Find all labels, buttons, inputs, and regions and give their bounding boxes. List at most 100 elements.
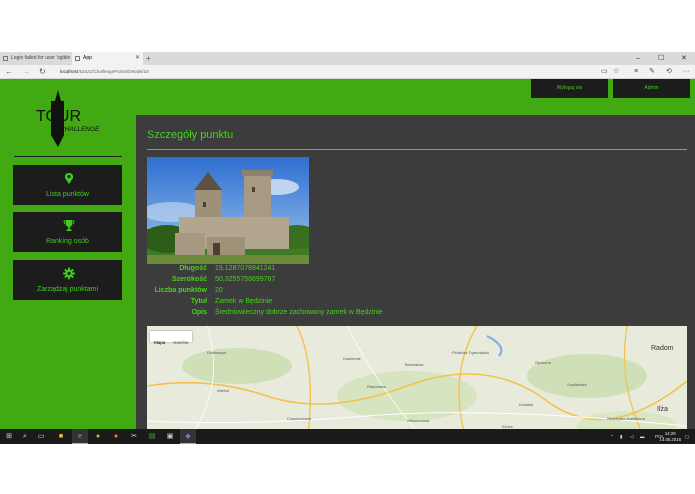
file-explorer-icon[interactable]: ■	[53, 429, 69, 444]
taskbar: ⊞ ⌕ ▭ ■ e ● ● ✂ ▤ ▣ ◆ ⌃ ▮ ◁ ▬ POL 14:29 …	[0, 429, 695, 444]
detail-label: Liczba punktów	[154, 287, 208, 294]
logo-sub-text: CHALLENGE	[60, 126, 100, 133]
map-place-label: Częstochowa	[287, 416, 312, 421]
gear-icon	[63, 267, 75, 280]
visual-studio-icon[interactable]: ◆	[180, 429, 196, 444]
detail-label: Długość	[179, 265, 207, 272]
detail-label: Opis	[191, 309, 207, 316]
windows-start-icon[interactable]: ⊞	[2, 429, 16, 444]
map-place-label: Wieluń	[217, 388, 230, 393]
browser-tab-active[interactable]: App ✕	[72, 52, 143, 65]
detail-value: Średniowieczny dobrze zachowany zamek w …	[215, 309, 383, 316]
screen: Login failed for user 'sgible App ✕ + – …	[0, 0, 695, 494]
nav-label: Zarządzaj punktami	[36, 286, 99, 293]
detail-value: 50,3255756699767	[215, 276, 276, 283]
detail-value: Zamek w Będzinie	[215, 298, 273, 305]
clock-date: 14.05.2016	[659, 436, 681, 442]
detail-label: Szerokość	[171, 276, 207, 283]
clock[interactable]: 14:29 14.05.2016	[659, 431, 681, 442]
trophy-icon	[63, 220, 75, 231]
network-icon[interactable]: ▮	[620, 429, 622, 444]
browser-tab-inactive[interactable]: Login failed for user 'sgible	[0, 52, 71, 65]
url-host: localhost	[60, 69, 79, 74]
map-place-label: Dzialoszyn	[207, 350, 227, 355]
nav-label: Ranking osób	[46, 238, 89, 245]
tab-strip: Login failed for user 'sgible App ✕ + – …	[0, 52, 695, 65]
title-divider	[147, 149, 687, 150]
map-canvas	[147, 326, 687, 443]
tab-title: App	[83, 55, 92, 61]
detail-label: Tytuł	[190, 298, 207, 305]
url-path: :52421/ChallengePoints/Details/18	[78, 69, 149, 74]
main-content: Szczegóły punktu Długość 19,128707894124…	[136, 115, 695, 443]
map-place-label: Opoczno	[535, 360, 552, 365]
keyboard-icon[interactable]: ▬	[640, 429, 645, 444]
browser-window: Login failed for user 'sgible App ✕ + – …	[0, 52, 695, 443]
volume-icon[interactable]: ◁	[630, 429, 633, 444]
favorite-star-icon[interactable]: ☆	[613, 65, 619, 79]
page-icon	[3, 56, 8, 61]
map-place-label: Włoszczowa	[407, 418, 430, 423]
firefox-icon[interactable]: ●	[108, 429, 124, 444]
tab-title: Login failed for user 'sgible	[11, 55, 71, 61]
user-admin-button[interactable]: Admin	[613, 79, 690, 98]
nav-manage-points[interactable]: Zarządzaj punktami	[13, 260, 122, 300]
map-type-tabs: Mapa Satelita	[150, 331, 193, 345]
more-icon[interactable]: ···	[683, 65, 690, 79]
map-place-label: Radomsko	[367, 384, 387, 389]
close-tab-icon[interactable]: ✕	[135, 52, 140, 65]
page-icon	[75, 56, 80, 61]
logout-button[interactable]: Wyloguj się	[531, 79, 608, 98]
map-place-label: Szydłowiec	[567, 382, 588, 387]
map-tab-satellite[interactable]: Satelita	[169, 337, 192, 348]
detail-value: 19,1287078941241	[215, 265, 276, 272]
task-view-icon[interactable]: ▭	[34, 429, 48, 444]
hub-icon[interactable]: ≡	[634, 65, 638, 79]
map-tab-map[interactable]: Mapa	[150, 337, 169, 348]
nav-list-points[interactable]: Lista punktów	[13, 165, 122, 205]
forward-icon[interactable]: →	[22, 65, 30, 79]
refresh-icon[interactable]: ↻	[39, 65, 46, 79]
map-place-label: Kamiensk	[343, 356, 361, 361]
detail-row: Opis Średniowieczny dobrze zachowany zam…	[136, 309, 695, 320]
url-field[interactable]: localhost:52421/ChallengePoints/Details/…	[60, 65, 149, 79]
chrome-icon[interactable]: ●	[90, 429, 106, 444]
nav-ranking[interactable]: Ranking osób	[13, 212, 122, 252]
map-place-label: Piotrków Trybunalski	[452, 350, 489, 355]
top-bar: Wyloguj się Admin	[136, 79, 695, 115]
page-title: Szczegóły punktu	[147, 129, 234, 141]
minimize-icon[interactable]: –	[636, 52, 640, 65]
map-marker-icon	[64, 173, 74, 184]
tray-expand-icon[interactable]: ⌃	[610, 429, 614, 444]
map-view[interactable]: Mapa Satelita Dzialoszyn Kamiensk Belchat…	[147, 326, 687, 443]
notepad-icon[interactable]: ▤	[144, 429, 160, 444]
web-note-icon[interactable]: ✎	[649, 65, 655, 79]
detail-row: Szerokość 50,3255756699767	[136, 276, 695, 287]
maximize-icon[interactable]: ☐	[658, 52, 664, 65]
nav-label: Lista punktów	[46, 191, 89, 198]
app-icon[interactable]: ✂	[126, 429, 142, 444]
detail-row: Długość 19,1287078941241	[136, 265, 695, 276]
logo-icon: TOUR CHALLENGE	[36, 90, 100, 147]
map-place-label: Końskie	[519, 402, 534, 407]
sidebar-divider	[14, 156, 122, 157]
detail-value: 20	[215, 287, 223, 294]
castle-photo	[147, 157, 309, 264]
logo-main-text: TOUR	[36, 108, 81, 125]
sidebar: TOUR CHALLENGE Lista punktów Ranking osó…	[0, 79, 136, 443]
web-page: TOUR CHALLENGE Lista punktów Ranking osó…	[0, 79, 695, 443]
address-bar: ← → ↻ localhost:52421/ChallengePoints/De…	[0, 65, 695, 79]
window-icon[interactable]: ▣	[162, 429, 178, 444]
detail-row: Liczba punktów 20	[136, 287, 695, 298]
map-place-label: Radom	[651, 345, 674, 352]
detail-row: Tytuł Zamek w Będzinie	[136, 298, 695, 309]
share-icon[interactable]: ⟲	[666, 65, 672, 79]
search-icon[interactable]: ⌕	[18, 429, 32, 444]
close-window-icon[interactable]: ✕	[681, 52, 687, 65]
map-place-label: Skarżysko-Kamienna	[607, 416, 645, 421]
back-icon[interactable]: ←	[5, 65, 13, 79]
edge-browser-icon[interactable]: e	[72, 429, 88, 444]
notifications-icon[interactable]: ▢	[685, 429, 689, 444]
new-tab-icon[interactable]: +	[146, 52, 151, 65]
reading-view-icon[interactable]: ▭	[601, 65, 608, 79]
